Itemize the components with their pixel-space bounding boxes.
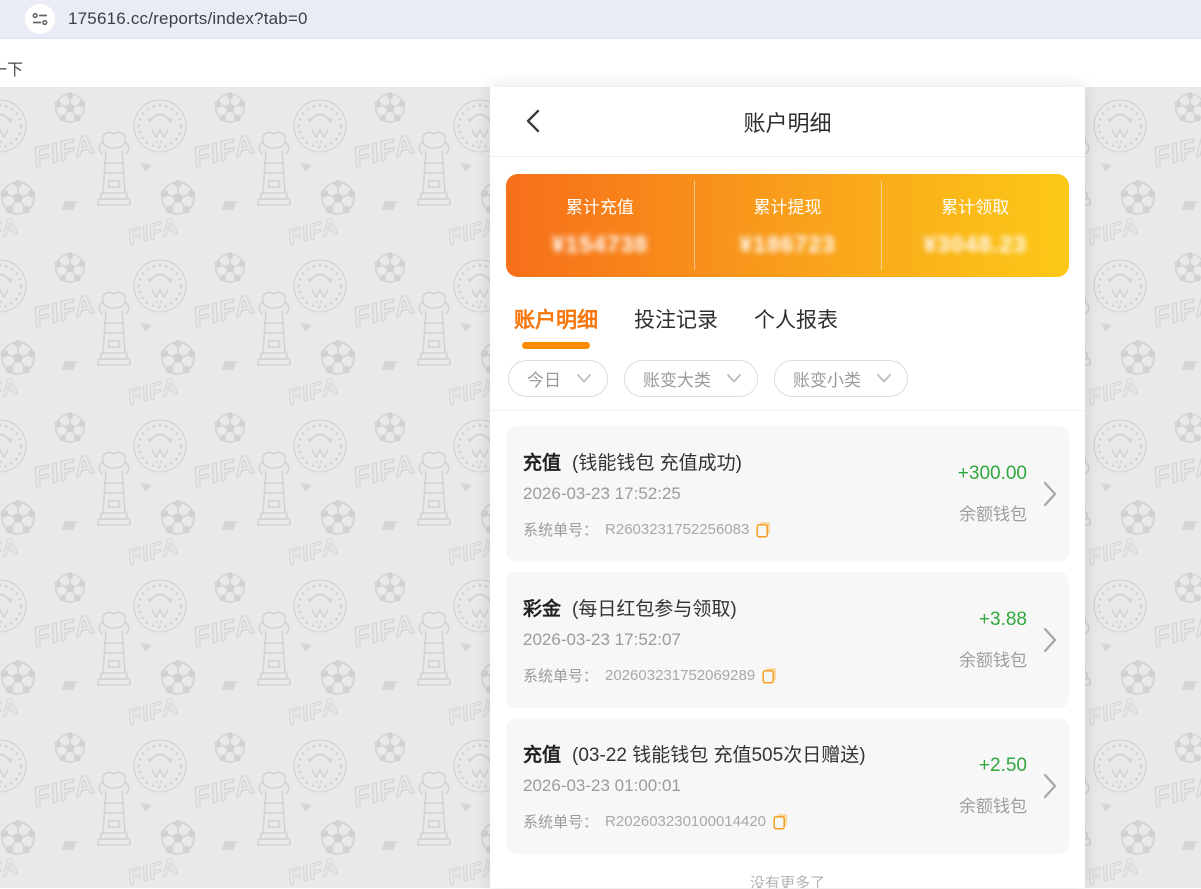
transaction-type: 充值 (523, 453, 561, 474)
copy-icon (762, 667, 777, 684)
transaction-datetime: 2026-03-23 17:52:25 (523, 484, 958, 504)
transaction-amount-block: +3.88 余额钱包 (959, 609, 1027, 671)
transaction-type: 彩金 (523, 599, 561, 620)
transaction-row[interactable]: 充值 (钱能钱包 充值成功) 2026-03-23 17:52:25 系统单号： … (506, 426, 1069, 562)
wallet-label: 余额钱包 (959, 500, 1027, 525)
site-settings-button[interactable] (25, 4, 55, 34)
copy-button[interactable] (762, 667, 777, 684)
summary-total-deposit: 累计充值 ¥154738 (506, 187, 694, 264)
summary-label: 累计充值 (506, 193, 694, 218)
cutoff-text: 一下 (0, 56, 23, 80)
transaction-datetime: 2026-03-23 01:00:01 (523, 776, 959, 796)
filter-minor-type-dropdown[interactable]: 账变小类 (774, 360, 908, 397)
transaction-order-row: 系统单号： 202603231752069289 (523, 665, 959, 686)
chevron-right-icon (1043, 481, 1057, 507)
transaction-desc: (每日红包参与领取) (572, 599, 737, 620)
chevron-down-icon (877, 374, 891, 383)
order-label: 系统单号： (523, 665, 598, 686)
transaction-row[interactable]: 彩金 (每日红包参与领取) 2026-03-23 17:52:07 系统单号： 2… (506, 572, 1069, 708)
amount-value: +300.00 (958, 463, 1027, 485)
back-button[interactable] (518, 106, 548, 136)
order-number: 202603231752069289 (605, 667, 755, 684)
wallet-label: 余额钱包 (959, 792, 1027, 817)
filter-date-dropdown[interactable]: 今日 (508, 360, 608, 397)
summary-label: 累计领取 (881, 193, 1069, 218)
filter-major-type-label: 账变大类 (643, 366, 711, 391)
transaction-title: 彩金 (每日红包参与领取) (523, 594, 959, 621)
order-label: 系统单号： (523, 811, 598, 832)
transaction-desc: (03-22 钱能钱包 充值505次日赠送) (572, 745, 866, 766)
transaction-amount-block: +2.50 余额钱包 (959, 755, 1027, 817)
chevron-down-icon (727, 374, 741, 383)
filter-minor-type-label: 账变小类 (793, 366, 861, 391)
account-detail-panel: 账户明细 累计充值 ¥154738 累计提现 ¥186723 累计领取 ¥304… (490, 87, 1085, 888)
load-more-text: 没有更多了 (490, 864, 1085, 888)
order-label: 系统单号： (523, 519, 598, 540)
amount-value: +3.88 (979, 609, 1027, 631)
transaction-row[interactable]: 充值 (03-22 钱能钱包 充值505次日赠送) 2026-03-23 01:0… (506, 718, 1069, 854)
url-text[interactable]: 175616.cc/reports/index?tab=0 (68, 9, 308, 29)
tabs-bar: 账户明细 投注记录 个人报表 (490, 277, 1085, 349)
transaction-order-row: 系统单号： R2603231752256083 (523, 519, 958, 540)
transaction-title: 充值 (钱能钱包 充值成功) (523, 448, 958, 475)
transaction-type: 充值 (523, 745, 561, 766)
page-top-strip: 一下 (0, 39, 1201, 87)
back-icon (526, 109, 540, 133)
chevron-right-icon (1043, 627, 1057, 653)
summary-value-blurred: ¥3048.23 (881, 231, 1069, 258)
summary-total-withdraw: 累计提现 ¥186723 (694, 187, 882, 264)
order-number: R2603231752256083 (605, 521, 749, 538)
copy-button[interactable] (756, 521, 771, 538)
filter-date-label: 今日 (527, 366, 561, 391)
filter-major-type-dropdown[interactable]: 账变大类 (624, 360, 758, 397)
copy-icon (756, 521, 771, 538)
page-background: FIFA (0, 87, 1201, 888)
order-number: R202603230100014420 (605, 813, 766, 830)
transaction-info: 彩金 (每日红包参与领取) 2026-03-23 17:52:07 系统单号： 2… (523, 594, 959, 686)
transaction-order-row: 系统单号： R202603230100014420 (523, 811, 959, 832)
transaction-amount-block: +300.00 余额钱包 (958, 463, 1027, 525)
summary-total-claimed: 累计领取 ¥3048.23 (881, 187, 1069, 264)
chevron-right-icon (1043, 773, 1057, 799)
page-title: 账户明细 (743, 106, 831, 138)
copy-button[interactable] (773, 813, 788, 830)
transaction-info: 充值 (03-22 钱能钱包 充值505次日赠送) 2026-03-23 01:0… (523, 740, 959, 832)
tab-personal-report[interactable]: 个人报表 (754, 304, 838, 349)
panel-header: 账户明细 (490, 87, 1085, 157)
summary-value-blurred: ¥154738 (506, 231, 694, 258)
transaction-info: 充值 (钱能钱包 充值成功) 2026-03-23 17:52:25 系统单号： … (523, 448, 958, 540)
site-settings-icon (32, 11, 48, 27)
chevron-down-icon (577, 374, 591, 383)
wallet-label: 余额钱包 (959, 646, 1027, 671)
copy-icon (773, 813, 788, 830)
summary-value-blurred: ¥186723 (694, 231, 882, 258)
tab-bet-records[interactable]: 投注记录 (634, 304, 718, 349)
browser-url-bar[interactable]: 175616.cc/reports/index?tab=0 (0, 0, 1201, 39)
transaction-desc: (钱能钱包 充值成功) (572, 453, 742, 474)
filters-bar: 今日 账变大类 账变小类 (490, 349, 1085, 411)
summary-card: 累计充值 ¥154738 累计提现 ¥186723 累计领取 ¥3048.23 (506, 174, 1069, 277)
transaction-list: 充值 (钱能钱包 充值成功) 2026-03-23 17:52:25 系统单号： … (490, 411, 1085, 888)
transaction-datetime: 2026-03-23 17:52:07 (523, 630, 959, 650)
transaction-title: 充值 (03-22 钱能钱包 充值505次日赠送) (523, 740, 959, 767)
tab-account-detail[interactable]: 账户明细 (514, 304, 598, 349)
summary-label: 累计提现 (694, 193, 882, 218)
amount-value: +2.50 (979, 755, 1027, 777)
